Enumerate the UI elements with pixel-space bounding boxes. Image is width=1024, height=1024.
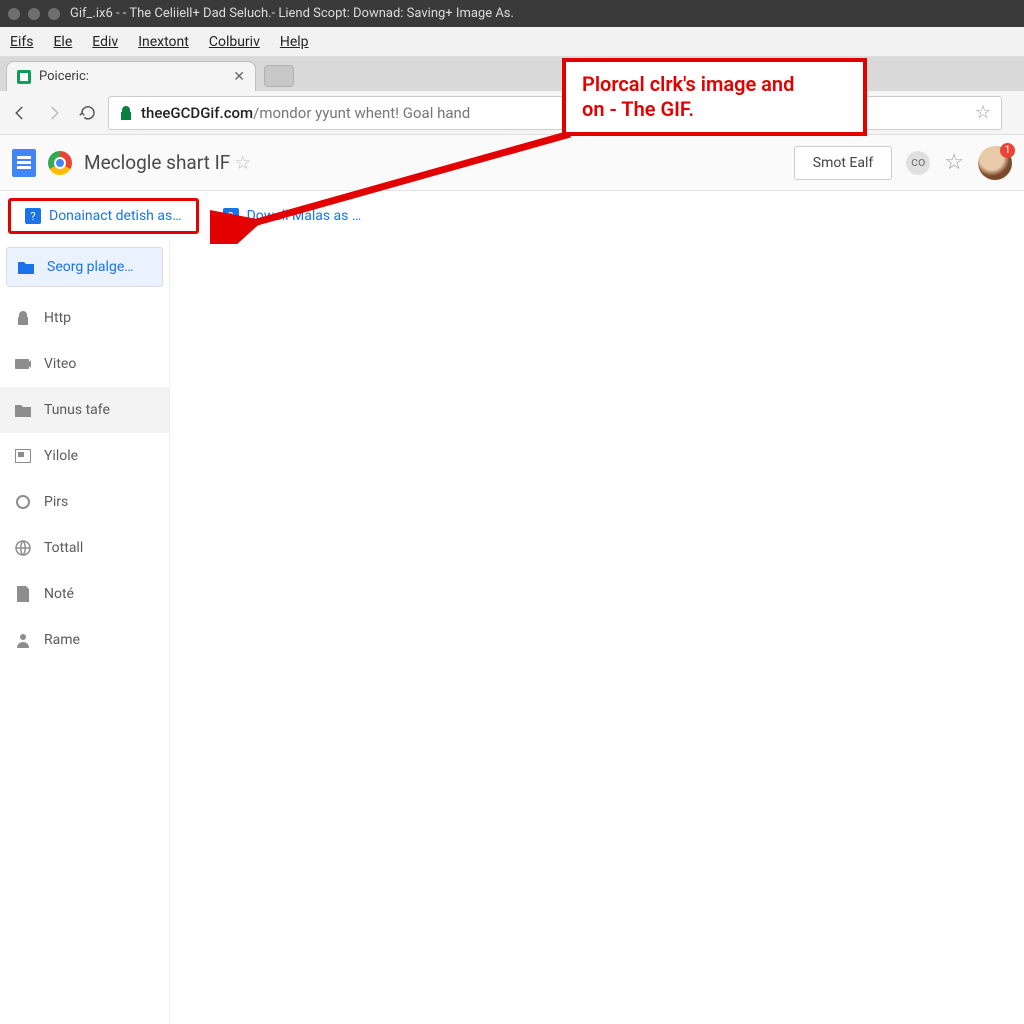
person-icon [14,631,32,649]
menu-eifs[interactable]: Eifs [10,34,33,50]
os-titlebar: Gif_.ix6 - - The Celiiell+ Dad Seluch.- … [0,0,1024,27]
tab-strip: Poiceric: ✕ [0,57,1024,91]
url-text: theeGCDGif.com/mondor yyunt whent! Goal … [141,104,470,122]
sidebar-item-label: Tunus tafe [44,402,110,418]
nav-back-button[interactable] [6,99,34,127]
chip-label: Dowell Malas as … [247,208,362,224]
sidebar-item-label: Http [44,310,71,326]
account-avatar[interactable]: 1 [978,146,1012,180]
menu-colburiv[interactable]: Colburiv [209,34,260,50]
menu-inextont[interactable]: Inextont [138,34,189,50]
nav-reload-button[interactable] [74,99,102,127]
app-menu-bar: Eifs Ele Ediv Inextont Colburiv Help [0,27,1024,57]
doc-title[interactable]: Meclogle shart IF☆ [84,151,251,174]
sidebar-item-pirs[interactable]: Pirs [0,479,169,525]
menu-ediv[interactable]: Ediv [92,34,118,50]
tab-close-icon[interactable]: ✕ [233,69,245,85]
notification-badge: 1 [1000,143,1015,158]
sidebar: Seorg plalge… Http Viteo Tunus tafe Yilo… [0,241,170,1024]
favorite-star-icon[interactable]: ☆ [944,150,964,175]
sidebar-item-tunus[interactable]: Tunus tafe [0,387,169,433]
sidebar-item-note[interactable]: Noté [0,571,169,617]
tab-favicon-icon [17,70,31,84]
reload-icon [79,104,97,122]
lock-icon [14,309,32,327]
doc-header-right: Smot Ealf co ☆ 1 [794,146,1012,180]
sidebar-item-label: Seorg plalge… [47,259,134,275]
menu-ele[interactable]: Ele [53,34,72,50]
sidebar-item-label: Noté [44,586,74,602]
comments-icon[interactable]: co [906,151,930,175]
window-close-dot[interactable] [8,8,20,20]
menu-help[interactable]: Help [280,34,309,50]
tab-label: Poiceric: [39,69,89,84]
folder-icon [17,258,35,276]
circle-icon [14,493,32,511]
chrome-logo-icon [48,151,72,175]
sidebar-item-selected[interactable]: Seorg plalge… [6,247,163,287]
sidebar-item-yilole[interactable]: Yilole [0,433,169,479]
share-button[interactable]: Smot Ealf [794,146,892,180]
url-domain: theeGCDGif.com [141,104,253,122]
omnibox[interactable]: theeGCDGif.com/mondor yyunt whent! Goal … [108,96,1002,130]
arrow-right-icon [45,104,63,122]
window-title: Gif_.ix6 - - The Celiiell+ Dad Seluch.- … [70,6,514,21]
toolbar-row: Donainact detish as… Dowell Malas as … [0,191,1024,241]
lock-icon [119,105,133,121]
download-as-chip-highlighted[interactable]: Donainact detish as… [8,198,199,234]
callout-line1: Plorcal clrk's image and [582,72,847,97]
sidebar-item-viteo[interactable]: Viteo [0,341,169,387]
sidebar-item-label: Tottall [44,540,83,556]
window-min-dot[interactable] [28,8,40,20]
note-icon [14,585,32,603]
sidebar-item-rame[interactable]: Rame [0,617,169,663]
chip-icon [223,208,239,224]
sidebar-item-http[interactable]: Http [0,295,169,341]
globe-icon [14,539,32,557]
chip-label: Donainact detish as… [49,208,182,224]
doc-star-icon[interactable]: ☆ [234,151,251,174]
url-path: /mondor yyunt whent! Goal hand [253,104,470,122]
bookmark-star-icon[interactable]: ☆ [975,102,991,123]
address-bar-row: theeGCDGif.com/mondor yyunt whent! Goal … [0,91,1024,135]
callout-line2: on - The GIF. [582,97,847,122]
new-tab-button[interactable] [264,65,294,87]
window-controls[interactable] [8,8,60,20]
download-as-chip-secondary[interactable]: Dowell Malas as … [209,198,376,234]
browser-tab[interactable]: Poiceric: ✕ [6,61,256,91]
instruction-callout: Plorcal clrk's image and on - The GIF. [562,58,867,136]
folder-icon [14,401,32,419]
sidebar-item-label: Yilole [44,448,78,464]
docs-logo-icon[interactable] [12,149,36,177]
sidebar-item-tottall[interactable]: Tottall [0,525,169,571]
clip-icon [14,355,32,373]
sidebar-item-label: Pirs [44,494,68,510]
aspect-icon [14,447,32,465]
arrow-left-icon [11,104,29,122]
nav-forward-button[interactable] [40,99,68,127]
window-max-dot[interactable] [48,8,60,20]
doc-header: Meclogle shart IF☆ Smot Ealf co ☆ 1 [0,135,1024,191]
doc-title-text: Meclogle shart IF [84,151,230,174]
body-area: Seorg plalge… Http Viteo Tunus tafe Yilo… [0,241,1024,1024]
content-area [170,241,1024,1024]
chip-icon [25,208,41,224]
sidebar-item-label: Viteo [44,356,76,372]
sidebar-item-label: Rame [44,632,80,648]
